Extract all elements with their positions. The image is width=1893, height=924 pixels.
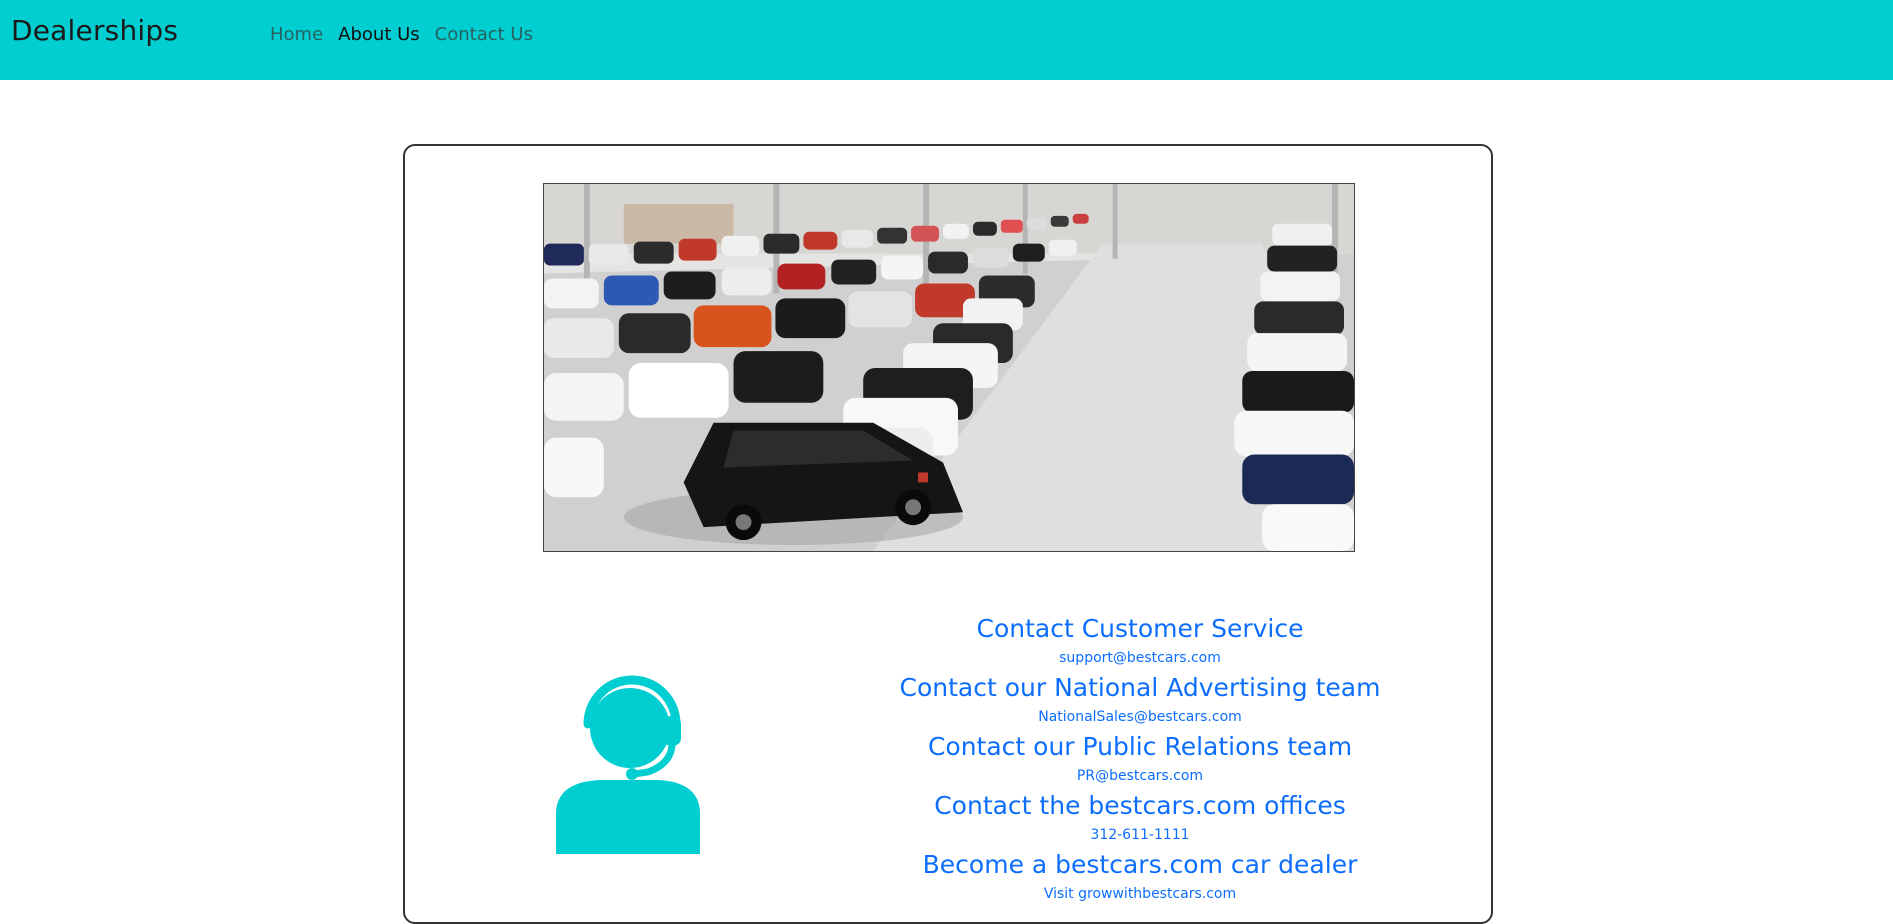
- brand-title[interactable]: Dealerships: [11, 14, 178, 47]
- contact-offices-title[interactable]: Contact the bestcars.com offices: [840, 789, 1440, 823]
- contact-list: Contact Customer Service support@bestcar…: [840, 612, 1440, 907]
- become-dealer-title[interactable]: Become a bestcars.com car dealer: [840, 848, 1440, 882]
- contact-national-advertising-title[interactable]: Contact our National Advertising team: [840, 671, 1440, 705]
- nav-link-home[interactable]: Home: [270, 24, 323, 45]
- top-navbar: Dealerships Home About Us Contact Us: [0, 0, 1893, 80]
- contact-national-advertising-email[interactable]: NationalSales@bestcars.com: [840, 705, 1440, 730]
- customer-support-headset-icon: [548, 664, 708, 854]
- nav-link-about-us[interactable]: About Us: [338, 24, 420, 45]
- nav-links: Home About Us Contact Us: [270, 24, 533, 45]
- contact-public-relations-email[interactable]: PR@bestcars.com: [840, 764, 1440, 789]
- nav-link-contact-us[interactable]: Contact Us: [435, 24, 533, 45]
- showroom-image: [543, 183, 1355, 552]
- contact-offices-phone[interactable]: 312-611-1111: [840, 823, 1440, 848]
- become-dealer-link[interactable]: Visit growwithbestcars.com: [840, 882, 1440, 907]
- contact-customer-service-title[interactable]: Contact Customer Service: [840, 612, 1440, 646]
- contact-customer-service-email[interactable]: support@bestcars.com: [840, 646, 1440, 671]
- contact-public-relations-title[interactable]: Contact our Public Relations team: [840, 730, 1440, 764]
- car-dealership-showroom-photo: [544, 184, 1354, 551]
